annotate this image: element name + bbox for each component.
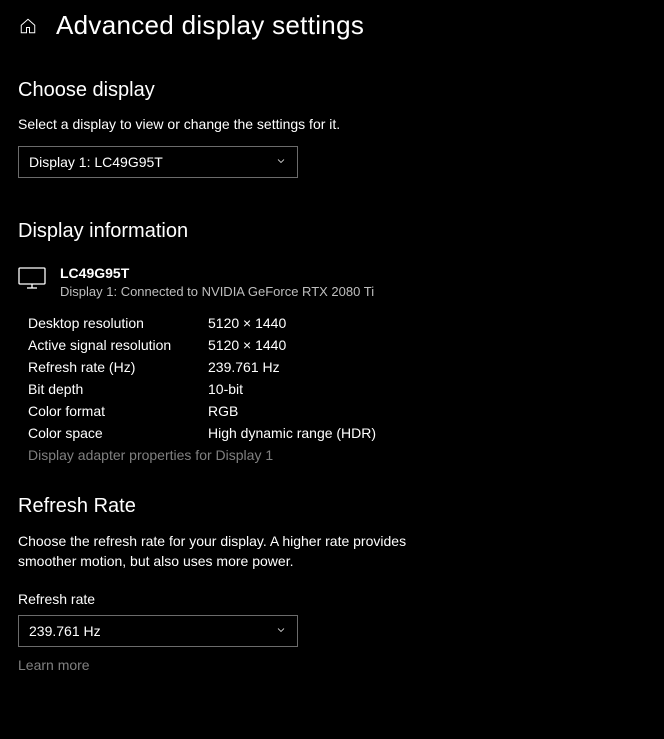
desktop-resolution-label: Desktop resolution <box>28 315 208 331</box>
display-connection: Display 1: Connected to NVIDIA GeForce R… <box>60 284 374 299</box>
refresh-rate-section: Refresh Rate Choose the refresh rate for… <box>18 495 646 673</box>
refresh-rate-value: 239.761 Hz <box>208 359 280 375</box>
monitor-icon <box>18 265 46 294</box>
chevron-down-icon <box>275 154 287 170</box>
table-row: Color format RGB <box>28 403 646 419</box>
choose-display-heading: Choose display <box>18 79 646 102</box>
table-row: Desktop resolution 5120 × 1440 <box>28 315 646 331</box>
color-format-value: RGB <box>208 403 238 419</box>
display-information-section: Display information LC49G95T Display 1: … <box>18 220 646 463</box>
choose-display-section: Choose display Select a display to view … <box>18 79 646 178</box>
table-row: Bit depth 10-bit <box>28 381 646 397</box>
table-row: Refresh rate (Hz) 239.761 Hz <box>28 359 646 375</box>
home-icon[interactable] <box>18 16 38 36</box>
refresh-rate-heading: Refresh Rate <box>18 495 646 518</box>
table-row: Active signal resolution 5120 × 1440 <box>28 337 646 353</box>
active-resolution-label: Active signal resolution <box>28 337 208 353</box>
color-space-value: High dynamic range (HDR) <box>208 425 376 441</box>
learn-more-link[interactable]: Learn more <box>18 657 646 673</box>
table-row: Color space High dynamic range (HDR) <box>28 425 646 441</box>
color-format-label: Color format <box>28 403 208 419</box>
display-information-heading: Display information <box>18 220 646 243</box>
page-title: Advanced display settings <box>56 10 364 41</box>
chevron-down-icon <box>275 623 287 639</box>
refresh-rate-dropdown[interactable]: 239.761 Hz <box>18 615 298 647</box>
refresh-rate-label: Refresh rate (Hz) <box>28 359 208 375</box>
desktop-resolution-value: 5120 × 1440 <box>208 315 286 331</box>
refresh-rate-select-value: 239.761 Hz <box>29 623 101 639</box>
active-resolution-value: 5120 × 1440 <box>208 337 286 353</box>
color-space-label: Color space <box>28 425 208 441</box>
choose-display-subtext: Select a display to view or change the s… <box>18 116 646 132</box>
bit-depth-value: 10-bit <box>208 381 243 397</box>
display-select-value: Display 1: LC49G95T <box>29 154 163 170</box>
bit-depth-label: Bit depth <box>28 381 208 397</box>
refresh-rate-description: Choose the refresh rate for your display… <box>18 532 448 571</box>
adapter-properties-link[interactable]: Display adapter properties for Display 1 <box>28 447 646 463</box>
refresh-rate-field-label: Refresh rate <box>18 591 646 607</box>
display-name: LC49G95T <box>60 265 374 281</box>
display-select-dropdown[interactable]: Display 1: LC49G95T <box>18 146 298 178</box>
display-info-table: Desktop resolution 5120 × 1440 Active si… <box>28 315 646 463</box>
